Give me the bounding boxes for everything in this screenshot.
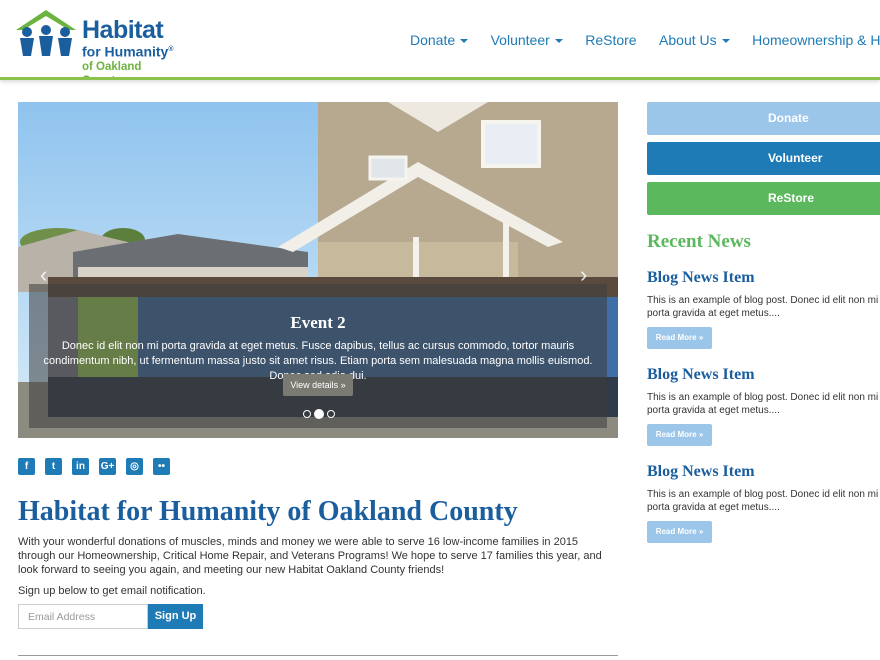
- recent-news-heading: Recent News: [647, 231, 751, 252]
- nav-item-volunteer[interactable]: Volunteer: [491, 32, 563, 48]
- twitter-icon[interactable]: t: [45, 458, 62, 475]
- registered-mark: ®: [168, 46, 174, 53]
- news-title[interactable]: Blog News Item: [647, 268, 880, 288]
- read-more-button[interactable]: Read More »: [647, 521, 712, 543]
- caret-down-icon: [460, 39, 469, 44]
- nav-label: Donate: [410, 32, 456, 48]
- nav-label: Homeownership & Home Repair: [752, 32, 880, 48]
- news-item: Blog News Item This is an example of blo…: [647, 365, 880, 446]
- news-title[interactable]: Blog News Item: [647, 462, 880, 482]
- habitat-logo[interactable]: Habitat for Humanity® of Oakland County: [14, 8, 184, 77]
- nav-label: About Us: [659, 32, 717, 48]
- nav-label: Volunteer: [490, 32, 550, 48]
- habitat-house-icon: [16, 10, 76, 56]
- nav-item-donate[interactable]: Donate: [410, 32, 469, 48]
- sidebar-volunteer-button[interactable]: Volunteer: [647, 142, 880, 175]
- main-nav: Donate Volunteer ReStore About Us Homeow…: [410, 32, 880, 50]
- carousel-dot[interactable]: [303, 409, 311, 418]
- news-item: Blog News Item This is an example of blo…: [647, 268, 880, 349]
- linkedin-icon[interactable]: in: [72, 458, 89, 475]
- email-field[interactable]: [18, 604, 148, 629]
- google-plus-icon[interactable]: G+: [99, 458, 116, 475]
- flickr-icon[interactable]: ••: [153, 458, 170, 475]
- nav-label: ReStore: [585, 32, 637, 48]
- news-excerpt: This is an example of blog post. Donec i…: [647, 489, 879, 513]
- carousel-indicators: [303, 405, 338, 419]
- news-excerpt: This is an example of blog post. Donec i…: [647, 392, 879, 416]
- carousel-dot[interactable]: [327, 409, 335, 418]
- instagram-icon[interactable]: ◎: [126, 458, 143, 475]
- read-more-button[interactable]: Read More »: [647, 327, 712, 349]
- logo-line-county: of Oakland County: [82, 60, 142, 77]
- news-excerpt: This is an example of blog post. Donec i…: [647, 295, 879, 319]
- signup-label: Sign up below to get email notification.: [18, 585, 206, 597]
- nav-item-restore[interactable]: ReStore: [585, 32, 636, 48]
- logo-wordmark: Habitat for Humanity® of Oakland County: [82, 16, 184, 78]
- carousel-dot-active[interactable]: [314, 408, 324, 419]
- carousel-title: Event 2: [290, 313, 346, 332]
- sidebar-donate-button[interactable]: Donate: [647, 102, 880, 135]
- caret-down-icon: [721, 39, 730, 44]
- logo-line-habitat: Habitat: [82, 16, 164, 44]
- caret-down-icon: [554, 39, 563, 44]
- chevron-right-icon[interactable]: ›: [580, 264, 587, 286]
- social-links: f t in G+ ◎ ••: [18, 458, 180, 476]
- news-item: Blog News Item This is an example of blo…: [647, 462, 880, 543]
- facebook-icon[interactable]: f: [18, 458, 35, 475]
- nav-item-about-us[interactable]: About Us: [659, 32, 730, 48]
- news-title[interactable]: Blog News Item: [647, 365, 880, 385]
- content-divider: [18, 655, 618, 656]
- sign-up-button[interactable]: Sign Up: [148, 604, 203, 629]
- hero-carousel[interactable]: Event 2 Donec id elit non mi porta gravi…: [18, 102, 618, 438]
- logo-line-humanity: for Humanity®: [82, 42, 184, 60]
- page-title: Habitat for Humanity of Oakland County: [18, 496, 518, 527]
- chevron-left-icon[interactable]: ‹: [40, 264, 47, 286]
- nav-item-homeownership[interactable]: Homeownership & Home Repair: [752, 32, 880, 48]
- site-header: Habitat for Humanity® of Oakland County …: [0, 0, 880, 80]
- intro-paragraph: With your wonderful donations of muscles…: [18, 536, 602, 576]
- sidebar-restore-button[interactable]: ReStore: [647, 182, 880, 215]
- logo-humanity-text: for Humanity: [82, 43, 169, 60]
- read-more-button[interactable]: Read More »: [647, 424, 712, 446]
- view-details-button[interactable]: View details »: [283, 374, 353, 396]
